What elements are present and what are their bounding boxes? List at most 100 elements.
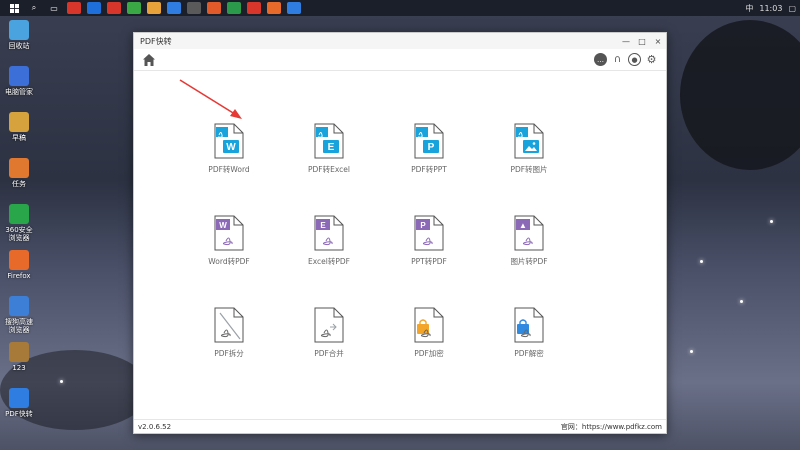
pdf-file-icon: P — [414, 215, 444, 251]
tool-button[interactable]: E Excel转PDF — [279, 215, 379, 307]
pdf-file-icon — [314, 307, 344, 343]
pdf-file-icon: W — [214, 123, 244, 159]
tool-label: PDF转Word — [208, 165, 250, 174]
desktop-shortcut[interactable]: Firefox — [2, 250, 36, 296]
tool-button[interactable]: W Word转PDF — [179, 215, 279, 307]
water-sparkle — [690, 350, 693, 353]
background-rock — [680, 20, 800, 170]
status-bar: v2.0.6.52 官网：https://www.pdfkz.com — [134, 419, 666, 433]
taskbar-app-icon[interactable] — [227, 2, 241, 14]
desktop-shortcut-icon — [9, 158, 29, 178]
desktop-shortcut-icon — [9, 204, 29, 224]
desktop-shortcut[interactable]: 电脑管家 — [2, 66, 36, 112]
taskbar-app-icon[interactable] — [107, 2, 121, 14]
tool-button[interactable]: PDF合并 — [279, 307, 379, 399]
tool-row: W PDF转Word E PDF转Excel P PDF转PPT PDF转图片 — [179, 123, 579, 215]
desktop-shortcut-label: 早稿 — [12, 134, 26, 142]
desktop-shortcut-label: 电脑管家 — [5, 88, 33, 96]
tool-label: PDF拆分 — [214, 349, 244, 358]
desktop-shortcut[interactable]: 搜狗高速浏览器 — [2, 296, 36, 342]
svg-text:▲: ▲ — [519, 221, 527, 230]
desktop-shortcut-label: 任务 — [12, 180, 26, 188]
pdf-file-icon — [214, 307, 244, 343]
toolbar-actions: … ∩ ● ⚙ — [594, 53, 658, 66]
version-label: v2.0.6.52 — [138, 422, 172, 431]
taskbar-pdfkz-icon[interactable] — [287, 2, 301, 14]
maximize-button[interactable]: □ — [634, 33, 650, 49]
tool-button[interactable]: ▲ 图片转PDF — [479, 215, 579, 307]
minimize-button[interactable]: — — [618, 33, 634, 49]
home-icon[interactable] — [142, 53, 156, 67]
svg-text:P: P — [420, 221, 426, 230]
taskbar-app-icon[interactable] — [247, 2, 261, 14]
desktop-shortcut[interactable]: 任务 — [2, 158, 36, 204]
tool-grid: W PDF转Word E PDF转Excel P PDF转PPT PDF转图片 W Word转P… — [179, 123, 579, 399]
headset-icon[interactable]: ∩ — [611, 53, 624, 66]
svg-text:E: E — [320, 221, 326, 230]
tool-button[interactable]: PDF加密 — [379, 307, 479, 399]
desktop-shortcut-icon — [9, 342, 29, 362]
chat-icon[interactable]: … — [594, 53, 607, 66]
desktop-shortcut-label: 搜狗高速浏览器 — [5, 318, 33, 334]
ime-indicator[interactable]: 中 — [745, 3, 753, 14]
gear-icon[interactable]: ⚙ — [645, 53, 658, 66]
website-link[interactable]: 官网：https://www.pdfkz.com — [561, 422, 662, 432]
pdf-file-icon: W — [214, 215, 244, 251]
start-icon[interactable] — [7, 2, 21, 14]
title-bar[interactable]: PDF快转 — □ × — [134, 33, 666, 49]
tool-label: 图片转PDF — [510, 257, 548, 266]
tool-label: PDF解密 — [514, 349, 544, 358]
window-title: PDF快转 — [140, 36, 172, 46]
tool-button[interactable]: E PDF转Excel — [279, 123, 379, 215]
taskbar-app-icon[interactable] — [207, 2, 221, 14]
pdf-file-icon: P — [414, 123, 444, 159]
tool-label: PDF合并 — [314, 349, 344, 358]
taskbar-app-icon[interactable] — [87, 2, 101, 14]
desktop-shortcut[interactable]: 早稿 — [2, 112, 36, 158]
desktop-shortcut-icon — [9, 296, 29, 316]
search-icon[interactable]: ⌕ — [27, 2, 41, 14]
desktop-shortcut-label: Firefox — [7, 272, 31, 280]
desktop-shortcut-icon — [9, 112, 29, 132]
taskbar: ⌕ ▭ 中 11:03 ▢ — [0, 0, 800, 16]
taskbar-app-icon[interactable] — [187, 2, 201, 14]
tool-label: PDF加密 — [414, 349, 444, 358]
tool-button[interactable]: W PDF转Word — [179, 123, 279, 215]
pdf-file-icon — [514, 307, 544, 343]
desktop-shortcut-icon — [9, 388, 29, 408]
tool-button[interactable]: PDF转图片 — [479, 123, 579, 215]
desktop-shortcut-icon — [9, 250, 29, 270]
tool-row: W Word转PDF E Excel转PDF P PPT转PDF ▲ 图片转PDF — [179, 215, 579, 307]
tool-button[interactable]: PDF解密 — [479, 307, 579, 399]
taskbar-app-icon[interactable] — [147, 2, 161, 14]
annotation-arrow — [179, 79, 242, 119]
tool-label: PDF转PPT — [411, 165, 447, 174]
tool-label: PDF转Excel — [308, 165, 350, 174]
desktop-shortcut[interactable]: 123 — [2, 342, 36, 388]
clock[interactable]: 11:03 — [759, 4, 782, 13]
tool-button[interactable]: P PPT转PDF — [379, 215, 479, 307]
desktop-icons: 回收站电脑管家早稿任务 360安全浏览器 Firefox 搜狗高速浏览器 123 PDF快… — [2, 20, 36, 434]
tool-button[interactable]: PDF拆分 — [179, 307, 279, 399]
taskbar-app-icon[interactable] — [127, 2, 141, 14]
desktop-shortcut-label: PDF快转 — [5, 410, 33, 418]
water-sparkle — [60, 380, 63, 383]
taskbar-app-icon[interactable] — [267, 2, 281, 14]
pdf-file-icon: E — [314, 123, 344, 159]
water-sparkle — [740, 300, 743, 303]
desktop-shortcut[interactable]: PDF快转 — [2, 388, 36, 434]
taskbar-app-icon[interactable] — [67, 2, 81, 14]
taskbar-app-icon[interactable] — [167, 2, 181, 14]
desktop-shortcut[interactable]: 360安全浏览器 — [2, 204, 36, 250]
desktop-shortcut[interactable]: 回收站 — [2, 20, 36, 66]
close-button[interactable]: × — [650, 33, 666, 49]
task-view-icon[interactable]: ▭ — [47, 2, 61, 14]
tool-button[interactable]: P PDF转PPT — [379, 123, 479, 215]
desktop-shortcut-icon — [9, 66, 29, 86]
user-icon[interactable]: ● — [628, 53, 641, 66]
svg-text:E: E — [328, 142, 335, 153]
pdf-file-icon: ▲ — [514, 215, 544, 251]
tool-label: PPT转PDF — [411, 257, 447, 266]
svg-text:P: P — [428, 142, 435, 153]
notification-icon[interactable]: ▢ — [788, 4, 796, 13]
